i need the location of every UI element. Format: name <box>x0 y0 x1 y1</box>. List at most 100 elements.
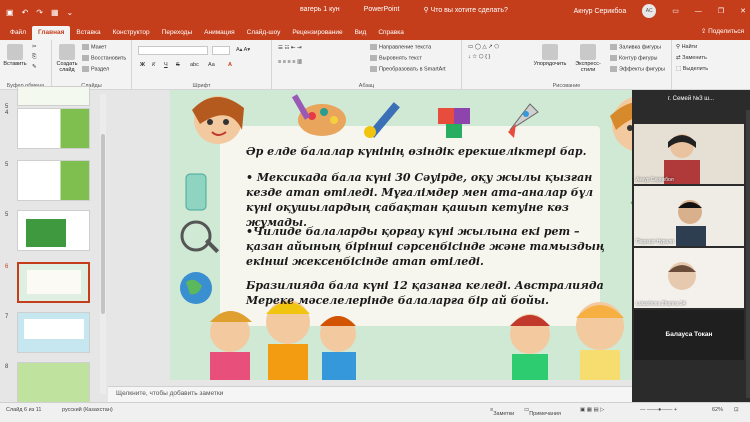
underline-button[interactable]: Ч <box>164 62 168 68</box>
thumbnail-row[interactable]: 7 <box>0 312 100 358</box>
present-icon[interactable]: ▦ <box>51 8 59 17</box>
format-painter-icon[interactable]: ✎ <box>32 64 37 70</box>
smartart-button[interactable]: Преобразовать в SmartArt <box>370 66 446 72</box>
align-text-button[interactable]: Выровнять текст <box>370 55 422 61</box>
tab-slideshow[interactable]: Слайд-шоу <box>241 26 287 40</box>
comments-toggle[interactable]: ▭ Примечания <box>524 407 561 417</box>
avatar[interactable]: АС <box>642 4 657 18</box>
language-indicator[interactable]: русский (Казахстан) <box>62 407 113 413</box>
participant-name: Перизат Нурали <box>636 239 674 245</box>
test-tube-icon <box>185 173 207 211</box>
tab-help[interactable]: Справка <box>372 26 410 40</box>
text-direction-label: Направление текста <box>379 44 432 51</box>
case-button[interactable]: Аа <box>208 62 215 68</box>
shapes-gallery[interactable]: ▭ ◯ △ ↗ ⬠ <box>468 44 499 50</box>
notes-pane[interactable]: Щелкните, чтобы добавить заметки <box>108 386 632 402</box>
bullets-icon[interactable]: ☰ ☷ ⇤ ⇥ <box>278 45 302 51</box>
copy-icon[interactable]: ⎘ <box>32 54 36 61</box>
find-button[interactable]: ⚲ Найти <box>676 44 697 50</box>
thumbnail-row[interactable]: 5 <box>0 210 100 256</box>
slide-thumbnail[interactable] <box>17 86 90 106</box>
font-grow-icon[interactable]: A▴ A▾ <box>236 47 250 53</box>
share-button[interactable]: ⇪ Поделиться <box>701 27 744 35</box>
view-buttons[interactable]: ▣ ▦ ▤ ▷ <box>580 407 604 413</box>
thumbnail-row[interactable]: 6 <box>0 262 100 308</box>
scrollbar-thumb[interactable] <box>101 134 105 314</box>
ribbon-display-icon[interactable]: ▭ <box>672 7 679 15</box>
select-button[interactable]: ⬚ Выделить <box>676 66 708 72</box>
tab-design[interactable]: Конструктор <box>107 26 156 40</box>
font-name-field[interactable] <box>138 46 208 55</box>
tab-review[interactable]: Рецензирование <box>286 26 348 40</box>
slide-thumbnail[interactable] <box>17 210 90 251</box>
slide-thumbnail[interactable] <box>17 362 90 403</box>
slide-heading[interactable]: Әр елде балалар күнінің өзіндік ерекшелі… <box>246 144 616 159</box>
thumbnails-scrollbar[interactable] <box>100 94 106 394</box>
undo-icon[interactable]: ↶ <box>22 8 29 17</box>
shapes-gallery-2[interactable]: ↓ ☆ ⬡ { } <box>468 54 490 60</box>
arrange-icon <box>542 44 558 60</box>
fit-slide-icon[interactable]: ⊡ <box>734 407 739 413</box>
user-name[interactable]: Акнур Серикбоа <box>574 8 627 15</box>
font-color-icon[interactable]: A <box>228 62 232 68</box>
slide-paragraph-1[interactable]: • Мексикада бала күні 30 Сәуірде, оқу жы… <box>246 170 616 230</box>
thumbnail-row[interactable]: 5 <box>0 160 100 206</box>
customize-icon[interactable]: ⌄ <box>67 8 74 17</box>
tab-view[interactable]: Вид <box>349 26 373 40</box>
arrange-button[interactable]: Упорядочить <box>532 42 568 67</box>
participant-tile[interactable]: Акнур Серикбол <box>634 124 744 184</box>
participant-name-tile[interactable]: Балауса Токан <box>634 310 744 360</box>
italic-button[interactable]: К <box>152 62 155 68</box>
layout-button[interactable]: Макет <box>82 44 107 50</box>
slide-thumbnail[interactable] <box>17 108 90 149</box>
slide-thumbnail-active[interactable] <box>17 262 90 303</box>
cut-icon[interactable]: ✂ <box>32 44 37 50</box>
slide-thumbnail[interactable] <box>17 312 90 353</box>
participant-name: Акнур Серикбол <box>636 177 674 183</box>
slide-paragraph-2[interactable]: •Чилиде балаларды қорғау күні жылына екі… <box>246 224 616 269</box>
new-slide-button[interactable]: Создать слайд <box>54 42 80 73</box>
align-icon[interactable]: ≡ ≡ ≡ ≡ ▥ <box>278 59 302 65</box>
tab-home[interactable]: Главная <box>31 26 71 40</box>
tab-transitions[interactable]: Переходы <box>156 26 199 40</box>
editing-group: ⚲ Найти ⇄ Заменить ⬚ Выделить <box>672 40 750 90</box>
close-icon[interactable]: ✕ <box>740 7 746 15</box>
replace-button[interactable]: ⇄ Заменить <box>676 55 707 61</box>
fill-icon <box>610 44 617 50</box>
participant-tile[interactable]: Lukashova Zhanna 34 <box>634 248 744 308</box>
notes-toggle[interactable]: ≡ Заметки <box>490 407 514 417</box>
search-box[interactable]: ⚲ Что вы хотите сделать? <box>423 6 507 14</box>
slides-group: Создать слайд Макет Восстановить Раздел … <box>52 40 132 90</box>
participant-video <box>634 186 744 246</box>
quick-styles-button[interactable]: Экспресс-стили <box>570 42 606 73</box>
font-size-field[interactable] <box>212 46 230 55</box>
video-panel-scrollbar[interactable] <box>746 110 750 398</box>
maximize-icon[interactable]: ❐ <box>718 7 724 15</box>
shape-effects-button[interactable]: Эффекты фигуры <box>610 66 665 72</box>
section-button[interactable]: Раздел <box>82 66 109 72</box>
spacing-button[interactable]: abc <box>190 62 199 68</box>
tab-animations[interactable]: Анимация <box>198 26 241 40</box>
text-direction-button[interactable]: Направление текста <box>370 44 431 50</box>
zoom-slider[interactable]: — ——●—— + <box>640 407 677 413</box>
shape-fill-button[interactable]: Заливка фигуры <box>610 44 661 50</box>
tab-insert[interactable]: Вставка <box>70 26 106 40</box>
shape-outline-button[interactable]: Контур фигуры <box>610 55 657 61</box>
puzzle-piece-icon <box>438 108 454 124</box>
minimize-icon[interactable]: — <box>695 8 702 15</box>
select-label: Выделить <box>682 66 709 72</box>
save-icon[interactable]: ▣ <box>6 8 14 17</box>
slide-paragraph-3[interactable]: Бразилияда бала күні 12 қазанға келеді. … <box>246 278 616 308</box>
thumbnail-row[interactable]: 4 <box>0 108 100 154</box>
reset-button[interactable]: Восстановить <box>82 55 126 61</box>
participant-tile[interactable]: Перизат Нурали <box>634 186 744 246</box>
slide-canvas[interactable]: Әр елде балалар күнінің өзіндік ерекшелі… <box>170 90 682 380</box>
redo-icon[interactable]: ↷ <box>36 8 43 17</box>
slide-thumbnail[interactable] <box>17 160 90 201</box>
tab-file[interactable]: Файл <box>4 26 32 40</box>
strike-button[interactable]: S <box>176 62 180 68</box>
bold-button[interactable]: Ж <box>140 62 145 68</box>
zoom-level[interactable]: 62% <box>712 407 723 413</box>
paste-button[interactable]: Вставить <box>2 42 28 67</box>
drawing-group: ▭ ◯ △ ↗ ⬠ ↓ ☆ ⬡ { } Упорядочить Экспресс… <box>462 40 672 90</box>
